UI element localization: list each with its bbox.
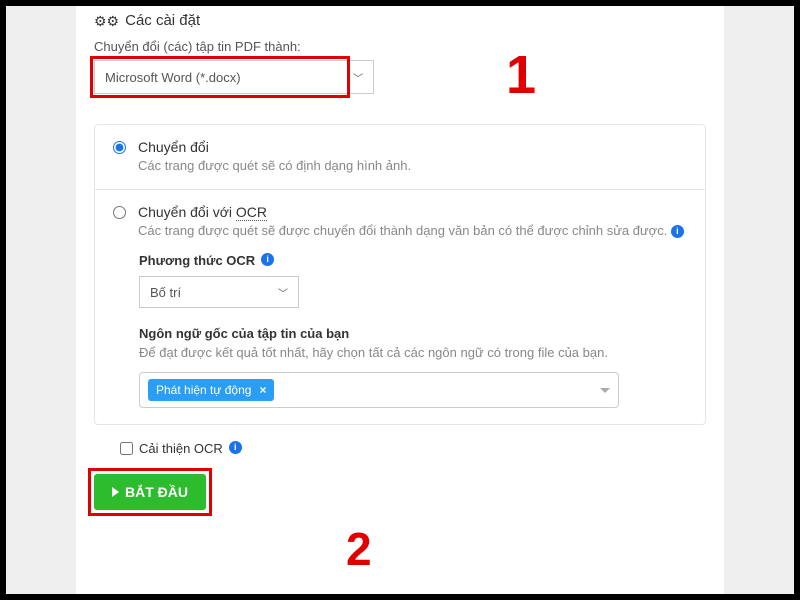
improve-ocr-row[interactable]: Cải thiện OCR i (120, 441, 706, 456)
info-icon[interactable]: i (229, 441, 242, 454)
improve-ocr-label: Cải thiện OCR (139, 441, 223, 456)
option-ocr-title-underline: OCR (236, 204, 267, 221)
option-ocr-title: Chuyển đổi với OCR (138, 204, 684, 220)
chevron-down-icon[interactable] (600, 388, 610, 393)
gears-icon: ⚙⚙ (94, 13, 119, 30)
language-chip-label: Phát hiện tự động (156, 383, 251, 397)
option-ocr-convert[interactable]: Chuyển đổi với OCR Các trang được quét s… (95, 189, 705, 424)
option-ocr-title-prefix: Chuyển đổi với (138, 204, 236, 220)
chevron-down-icon: ﹀ (278, 285, 288, 300)
ocr-method-value: Bố trí (150, 285, 181, 300)
radio-ocr-convert[interactable] (113, 206, 126, 219)
radio-basic-convert[interactable] (113, 141, 126, 154)
annotation-marker-2: 2 (346, 522, 372, 576)
language-chip[interactable]: Phát hiện tự động × (148, 379, 274, 401)
info-icon[interactable]: i (261, 253, 274, 266)
source-language-label: Ngôn ngữ gốc của tập tin của bạn (139, 326, 687, 341)
chevron-right-icon (112, 487, 119, 497)
output-format-value: Microsoft Word (*.docx) (105, 70, 241, 85)
chevron-down-icon: ﹀ (353, 70, 363, 85)
convert-label: Chuyển đổi (các) tập tin PDF thành: (94, 39, 706, 54)
source-language-help: Để đạt được kết quả tốt nhất, hãy chọn t… (139, 345, 687, 360)
conversion-options: Chuyển đổi Các trang được quét sẽ có địn… (94, 124, 706, 425)
info-icon[interactable]: i (671, 225, 684, 238)
start-button-label: BẮT ĐẦU (125, 484, 188, 500)
settings-title: Các cài đặt (125, 12, 200, 29)
settings-header: ⚙⚙ Các cài đặt (94, 6, 706, 39)
start-button[interactable]: BẮT ĐẦU (94, 474, 206, 510)
option-ocr-desc: Các trang được quét sẽ được chuyển đổi t… (138, 223, 684, 239)
output-format-select[interactable]: Microsoft Word (*.docx) ﹀ (94, 60, 374, 94)
option-basic-convert[interactable]: Chuyển đổi Các trang được quét sẽ có địn… (95, 125, 705, 189)
ocr-method-label: Phương thức OCR i (139, 253, 687, 268)
option-ocr-desc-text: Các trang được quét sẽ được chuyển đổi t… (138, 223, 667, 238)
chip-remove-icon[interactable]: × (259, 383, 266, 397)
improve-ocr-checkbox[interactable] (120, 442, 133, 455)
option-basic-title: Chuyển đổi (138, 139, 411, 155)
ocr-method-select[interactable]: Bố trí ﹀ (139, 276, 299, 308)
source-language-select[interactable]: Phát hiện tự động × (139, 372, 619, 408)
option-basic-desc: Các trang được quét sẽ có định dạng hình… (138, 158, 411, 173)
ocr-method-label-text: Phương thức OCR (139, 253, 255, 268)
